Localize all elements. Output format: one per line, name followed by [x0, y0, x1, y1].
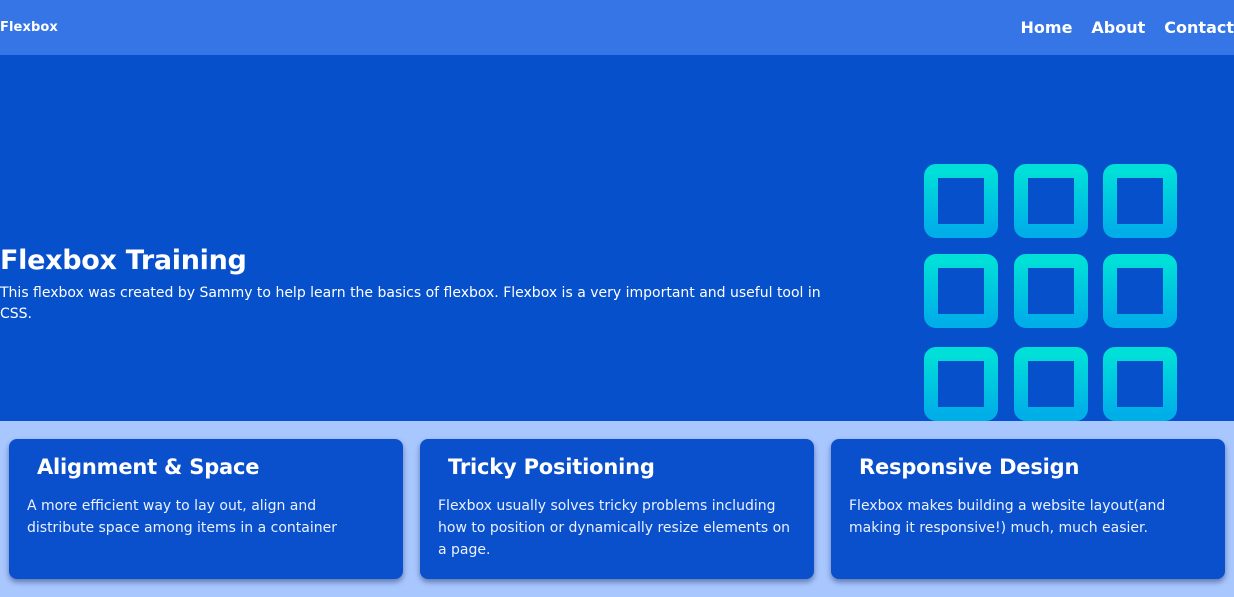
- feature-cards: Alignment & Space A more efficient way t…: [0, 421, 1234, 597]
- hero-section: Flexbox Training This flexbox was create…: [0, 55, 1234, 421]
- hero-text: Flexbox Training This flexbox was create…: [0, 245, 850, 325]
- nav-link-home[interactable]: Home: [1021, 18, 1073, 37]
- feature-card-responsive: Responsive Design Flexbox makes building…: [831, 439, 1225, 579]
- hero-description: This flexbox was created by Sammy to hel…: [0, 285, 821, 323]
- nav-links: Home About Contact: [1021, 18, 1234, 37]
- top-navbar: Flexbox Home About Contact: [0, 0, 1234, 55]
- brand-logo[interactable]: Flexbox: [0, 20, 58, 35]
- card-text: Flexbox makes building a website layout(…: [849, 498, 1166, 537]
- card-text: Flexbox usually solves tricky problems i…: [438, 498, 791, 559]
- hero-title: Flexbox Training: [0, 245, 247, 276]
- nav-link-about[interactable]: About: [1091, 18, 1145, 37]
- feature-card-positioning: Tricky Positioning Flexbox usually solve…: [420, 439, 814, 579]
- grid-icon: [924, 164, 1177, 421]
- card-title: Alignment & Space: [37, 455, 260, 479]
- card-title: Responsive Design: [859, 455, 1080, 479]
- card-title: Tricky Positioning: [448, 455, 655, 479]
- nav-link-contact[interactable]: Contact: [1164, 18, 1234, 37]
- feature-card-alignment: Alignment & Space A more efficient way t…: [9, 439, 403, 579]
- card-text: A more efficient way to lay out, align a…: [27, 498, 337, 537]
